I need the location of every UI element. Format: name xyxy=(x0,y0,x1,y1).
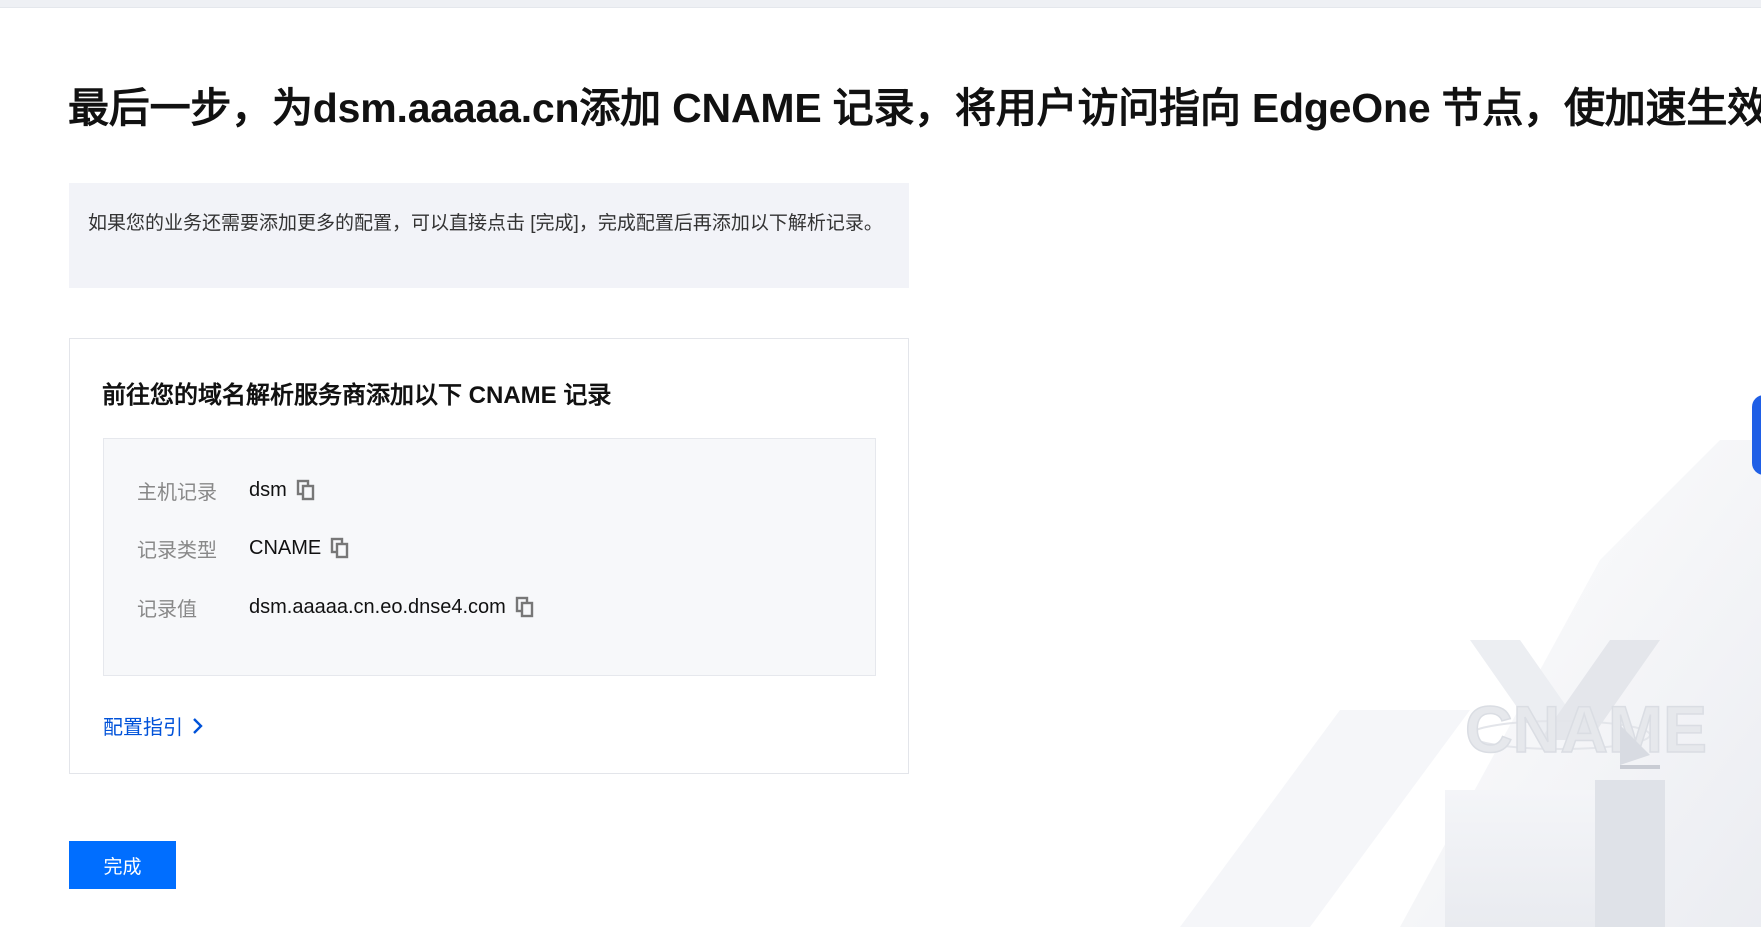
card-title: 前往您的域名解析服务商添加以下 CNAME 记录 xyxy=(102,382,612,409)
record-value: CNAME xyxy=(249,536,322,559)
record-box: 主机记录 dsm 记录类型 CNAME 记录值 dsm.aaaaa.cn.eo.… xyxy=(103,438,876,676)
notice-text: 如果您的业务还需要添加更多的配置，可以直接点击 [完成]，完成配置后再添加以下解… xyxy=(88,213,883,234)
record-value: dsm xyxy=(249,478,287,501)
chevron-right-icon xyxy=(193,717,203,734)
copy-icon[interactable] xyxy=(330,537,350,559)
copy-icon[interactable] xyxy=(515,596,535,618)
config-guide-label: 配置指引 xyxy=(103,717,183,739)
illustration-text: CNAME xyxy=(1465,692,1707,766)
record-row-host: 主机记录 dsm xyxy=(137,475,316,505)
copy-icon[interactable] xyxy=(296,479,316,501)
record-row-value: 记录值 dsm.aaaaa.cn.eo.dnse4.com xyxy=(137,592,535,622)
cname-illustration: CNAME xyxy=(1180,380,1761,927)
notice-box: 如果您的业务还需要添加更多的配置，可以直接点击 [完成]，完成配置后再添加以下解… xyxy=(69,183,909,288)
record-label: 记录值 xyxy=(137,598,197,621)
record-row-type: 记录类型 CNAME xyxy=(137,533,350,563)
done-button[interactable]: 完成 xyxy=(69,841,176,889)
record-label: 主机记录 xyxy=(137,481,217,504)
record-label: 记录类型 xyxy=(137,539,217,562)
record-value: dsm.aaaaa.cn.eo.dnse4.com xyxy=(249,595,506,618)
side-float-tab[interactable] xyxy=(1752,395,1761,475)
cname-record-card: 前往您的域名解析服务商添加以下 CNAME 记录 主机记录 dsm 记录类型 C… xyxy=(69,338,909,774)
config-guide-link[interactable]: 配置指引 xyxy=(103,711,203,740)
top-strip xyxy=(0,0,1761,8)
page-title: 最后一步，为dsm.aaaaa.cn添加 CNAME 记录，将用户访问指向 Ed… xyxy=(68,85,1761,131)
